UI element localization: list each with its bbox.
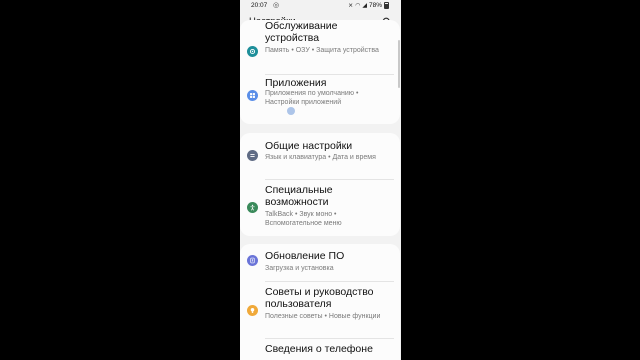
settings-item-accessibility[interactable]: Специальные возможности TalkBack • Звук … xyxy=(240,180,400,236)
tips-icon xyxy=(247,305,258,316)
item-subtitle: TalkBack • Звук моно • Вспомогательное м… xyxy=(265,211,342,227)
device-care-icon xyxy=(247,46,258,57)
status-time: 20:07 xyxy=(251,2,268,9)
notification-icon: ◎ xyxy=(273,2,280,9)
scrollbar[interactable] xyxy=(398,40,400,88)
item-title: Приложения xyxy=(265,77,327,89)
item-title: Общие настройки xyxy=(265,140,353,152)
status-right: ⨯ ◠ ◢ 78% xyxy=(348,2,389,9)
item-subtitle: Язык и клавиатура • Дата и время xyxy=(265,154,376,161)
touch-indicator xyxy=(287,107,295,115)
battery-icon xyxy=(384,2,389,9)
settings-item-apps[interactable]: Приложения Приложения по умолчанию • Нас… xyxy=(240,75,400,124)
settings-item-about-phone[interactable]: Сведения о телефоне xyxy=(240,339,400,360)
settings-group-1: Обслуживание устройства Память • ОЗУ • З… xyxy=(240,20,400,124)
settings-item-general[interactable]: Общие настройки Язык и клавиатура • Дата… xyxy=(240,133,400,179)
phone-screen: 20:07 ◎ ⨯ ◠ ◢ 78% Настройки Обслуживание… xyxy=(240,0,401,360)
accessibility-icon xyxy=(247,202,258,213)
settings-item-tips[interactable]: Советы и руководство пользователя Полезн… xyxy=(240,282,400,338)
wifi-icon: ◠ xyxy=(355,2,361,9)
signal-icon: ◢ xyxy=(362,2,367,9)
item-title: Советы и руководство пользователя xyxy=(265,286,374,310)
item-title: Обновление ПО xyxy=(265,250,345,262)
general-management-icon xyxy=(247,150,258,161)
battery-percent: 78% xyxy=(368,2,382,9)
item-subtitle: Приложения по умолчанию • Настройки прил… xyxy=(265,90,359,106)
item-title: Обслуживание устройства xyxy=(265,20,338,44)
item-subtitle: Полезные советы • Новые функции xyxy=(265,313,381,320)
settings-item-software-update[interactable]: Обновление ПО Загрузка и установка xyxy=(240,244,400,281)
item-title: Специальные возможности xyxy=(265,184,333,208)
item-title: Сведения о телефоне xyxy=(265,343,373,355)
item-subtitle: Память • ОЗУ • Защита устройства xyxy=(265,47,379,54)
item-subtitle: Загрузка и установка xyxy=(265,265,334,272)
settings-item-device-care[interactable]: Обслуживание устройства Память • ОЗУ • З… xyxy=(240,20,400,76)
apps-icon xyxy=(247,90,258,101)
software-update-icon xyxy=(247,255,258,266)
status-bar: 20:07 ◎ ⨯ ◠ ◢ 78% xyxy=(240,0,401,12)
mute-icon: ⨯ xyxy=(348,2,354,9)
settings-group-2: Общие настройки Язык и клавиатура • Дата… xyxy=(240,133,400,236)
settings-group-3: Обновление ПО Загрузка и установка Совет… xyxy=(240,244,400,360)
